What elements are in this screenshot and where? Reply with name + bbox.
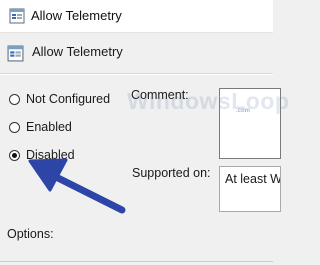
radio-disabled[interactable]: Disabled: [9, 148, 75, 162]
comment-label: Comment:: [131, 88, 189, 102]
policy-setting-icon: [9, 8, 25, 24]
radio-label: Not Configured: [26, 92, 111, 106]
options-label: Options:: [7, 227, 54, 241]
radio-label: Disabled: [26, 148, 75, 162]
supported-on-field: At least W: [219, 166, 281, 212]
policy-setting-icon: [7, 45, 24, 62]
watermark-suffix: .com: [236, 108, 251, 114]
options-divider: [0, 261, 273, 262]
radio-enabled[interactable]: Enabled: [9, 120, 72, 134]
radio-circle[interactable]: [9, 149, 20, 161]
title-bar: Allow Telemetry: [0, 0, 273, 33]
comment-textarea[interactable]: [219, 88, 281, 159]
window-title: Allow Telemetry: [31, 8, 122, 23]
radio-not-configured[interactable]: Not Configured: [9, 92, 110, 106]
supported-on-label: Supported on:: [132, 166, 211, 180]
policy-title: Allow Telemetry: [32, 44, 123, 59]
radio-circle[interactable]: [9, 93, 20, 105]
header-separator: [0, 73, 273, 75]
radio-circle[interactable]: [9, 121, 20, 133]
radio-label: Enabled: [26, 120, 72, 134]
